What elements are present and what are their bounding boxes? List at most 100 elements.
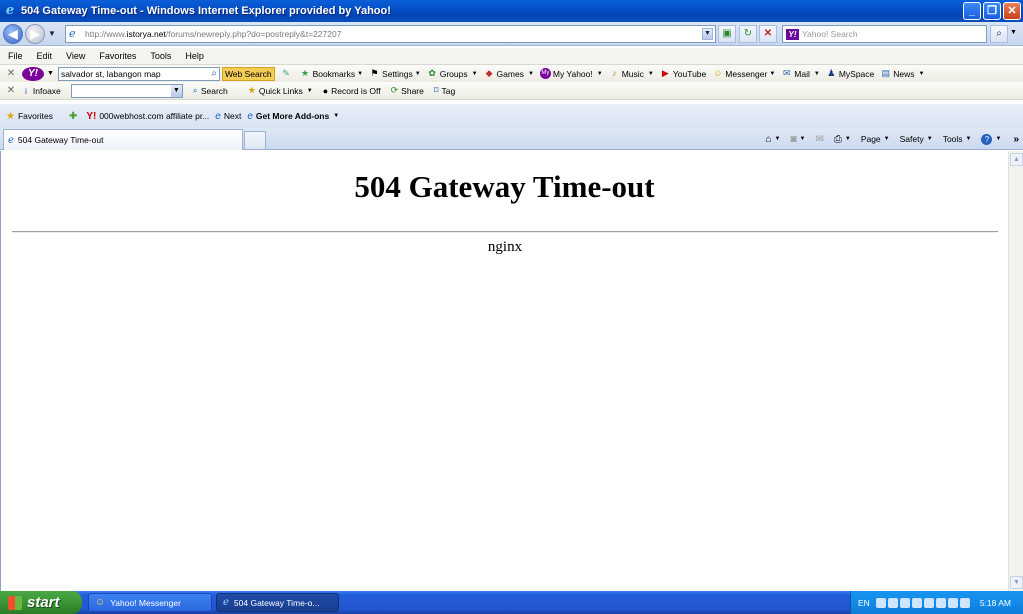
infoaxe-label[interactable]: i Infoaxe <box>25 86 61 96</box>
news-menu[interactable]: ▤ News ▼ <box>880 68 925 79</box>
start-button[interactable]: start <box>0 591 82 614</box>
tab-504-gateway[interactable]: e 504 Gateway Time-out <box>3 129 243 150</box>
recent-pages-dropdown[interactable]: ▼ <box>48 29 56 38</box>
close-infoaxe-icon[interactable]: ✕ <box>3 85 19 96</box>
search-options-dropdown[interactable]: ▼ <box>1010 29 1017 36</box>
favorites-button[interactable]: ★ Favorites <box>6 111 53 122</box>
quick-links-menu[interactable]: ★ Quick Links ▼ <box>248 85 313 96</box>
close-toolbar-icon[interactable]: ✕ <box>3 68 19 79</box>
star-icon: ★ <box>247 85 256 95</box>
yahoo-menu-dropdown[interactable]: ▼ <box>47 70 54 77</box>
music-menu[interactable]: ♪ Music ▼ <box>609 68 654 79</box>
menu-file[interactable]: File <box>8 51 23 61</box>
page-menu-label: Page <box>860 134 881 144</box>
taskbar-item-ie[interactable]: e 504 Gateway Time-o... <box>216 593 339 612</box>
groups-menu[interactable]: ✿ Groups ▼ <box>427 68 477 79</box>
mail-button[interactable]: ✉ <box>815 134 823 145</box>
tray-volume-icon[interactable] <box>959 597 970 608</box>
menu-edit[interactable]: Edit <box>37 51 53 61</box>
print-button[interactable]: ⎙ ▼ <box>834 134 851 145</box>
web-search-button[interactable]: Web Search <box>221 66 275 81</box>
tray-network-icon[interactable] <box>887 597 898 608</box>
home-button[interactable]: ⌂ ▼ <box>765 134 780 145</box>
vertical-scrollbar[interactable]: ▲ ▼ <box>1008 151 1023 591</box>
address-dropdown-button[interactable]: ▼ <box>702 28 713 40</box>
safety-menu[interactable]: Safety ▼ <box>900 134 933 144</box>
tools-menu[interactable]: Tools ▼ <box>943 134 972 144</box>
tag-button[interactable]: ⌑ Tag <box>434 85 455 96</box>
magnifier-icon[interactable]: ⌕ <box>211 68 217 80</box>
tag-label: Tag <box>441 85 456 96</box>
tray-arrow-icon[interactable] <box>875 597 886 608</box>
page-menu[interactable]: Page ▼ <box>861 134 890 144</box>
games-menu[interactable]: ◆ Games ▼ <box>484 68 534 79</box>
music-icon: ♪ <box>611 68 617 78</box>
start-label: start <box>27 594 60 611</box>
scroll-up-icon[interactable]: ▲ <box>1010 153 1023 166</box>
new-tab-button[interactable] <box>244 131 266 149</box>
infoaxe-name: Infoaxe <box>32 85 61 96</box>
back-button[interactable]: ◀ <box>3 24 23 44</box>
scroll-down-icon[interactable]: ▼ <box>1010 576 1023 589</box>
get-addons-menu[interactable]: e Get More Add-ons ▼ <box>247 111 339 122</box>
search-go-icon[interactable]: ⌕ <box>990 25 1008 43</box>
page-content: 504 Gateway Time-out nginx <box>0 151 1008 591</box>
yahoo-logo-icon[interactable]: Y! <box>22 66 44 81</box>
youtube-link[interactable]: ▶ YouTube <box>660 68 706 79</box>
page-heading: 504 Gateway Time-out <box>354 169 655 204</box>
settings-menu[interactable]: ⚑ Settings ▼ <box>369 68 420 79</box>
yahoo-search-input[interactable]: salvador st, labangon map ⌕ <box>57 66 220 81</box>
restore-button[interactable]: ❐ <box>983 2 1001 20</box>
menu-view[interactable]: View <box>66 51 85 61</box>
menu-tools[interactable]: Tools <box>150 51 171 61</box>
next-link[interactable]: e Next <box>215 111 241 122</box>
tray-monitor-icon[interactable] <box>947 597 958 608</box>
search-field[interactable]: Y! Yahoo! Search <box>782 25 987 43</box>
infoaxe-search-button[interactable]: ⌕ Search <box>193 85 228 96</box>
mail-label: Mail <box>794 68 810 79</box>
refresh-icon[interactable]: ↻ <box>739 25 757 43</box>
address-field[interactable]: e http://www.istorya.net/forums/newreply… <box>65 25 716 43</box>
envelope-icon: ✉ <box>815 133 824 145</box>
taskbar-item-messenger[interactable]: ☺ Yahoo! Messenger <box>88 593 212 612</box>
infoaxe-search-label: Search <box>200 85 228 96</box>
taskbar: start ☺ Yahoo! Messenger e 504 Gateway T… <box>0 591 1023 614</box>
addons-label: Get More Add-ons <box>255 111 330 121</box>
compatibility-icon[interactable]: ▣ <box>718 25 736 43</box>
highlight-icon[interactable]: ✎ <box>281 68 294 79</box>
messenger-menu[interactable]: ☺ Messenger ▼ <box>712 68 775 79</box>
search-icon: ⌕ <box>192 85 198 95</box>
bookmarks-label: Bookmarks <box>312 68 356 79</box>
stop-icon[interactable]: ✕ <box>759 25 777 43</box>
my-yahoo-menu[interactable]: My My Yahoo! ▼ <box>539 68 603 79</box>
yahoo-toolbar: ✕ Y! ▼ salvador st, labangon map ⌕ Web S… <box>0 64 1023 82</box>
share-label: Share <box>401 85 424 96</box>
myspace-link[interactable]: ♟ MySpace <box>826 68 874 79</box>
infoaxe-search-input[interactable]: ▼ <box>70 83 183 98</box>
tray-update-icon[interactable] <box>935 597 946 608</box>
chevron-right-icon[interactable]: » <box>1013 134 1019 145</box>
url-text[interactable]: http://www.istorya.net/forums/newreply.p… <box>85 29 341 39</box>
forward-button[interactable]: ▶ <box>25 24 45 44</box>
close-button[interactable]: ✕ <box>1003 2 1021 20</box>
minimize-button[interactable]: _ <box>963 2 981 20</box>
menu-help[interactable]: Help <box>185 51 204 61</box>
language-indicator[interactable]: EN <box>858 598 870 608</box>
tray-messenger-icon[interactable] <box>899 597 910 608</box>
mail-menu[interactable]: ✉ Mail ▼ <box>781 68 820 79</box>
favorite-link-000webhost[interactable]: Y! 000webhost.com affiliate pr... <box>86 111 209 122</box>
messenger-smiley-icon: ☺ <box>95 597 106 608</box>
add-favorites-icon[interactable]: ✚ <box>69 111 80 122</box>
tab-row: e 504 Gateway Time-out ⌂ ▼ ◙ ▼ ✉ ⎙ ▼ Page ▼ … <box>0 128 1023 150</box>
tray-antivirus-icon[interactable] <box>911 597 922 608</box>
feeds-button[interactable]: ◙ ▼ <box>790 134 805 145</box>
bookmarks-menu[interactable]: ★ Bookmarks ▼ <box>300 68 363 79</box>
record-icon: ● <box>322 85 329 96</box>
record-toggle[interactable]: ● Record is Off <box>323 86 381 96</box>
help-button[interactable]: ? ▼ <box>981 133 1001 145</box>
infoaxe-dropdown-button[interactable]: ▼ <box>170 84 182 97</box>
tray-shield-icon[interactable] <box>923 597 934 608</box>
share-button[interactable]: ⟳ Share <box>391 85 424 96</box>
menu-favorites[interactable]: Favorites <box>99 51 136 61</box>
info-icon: i <box>25 85 27 96</box>
